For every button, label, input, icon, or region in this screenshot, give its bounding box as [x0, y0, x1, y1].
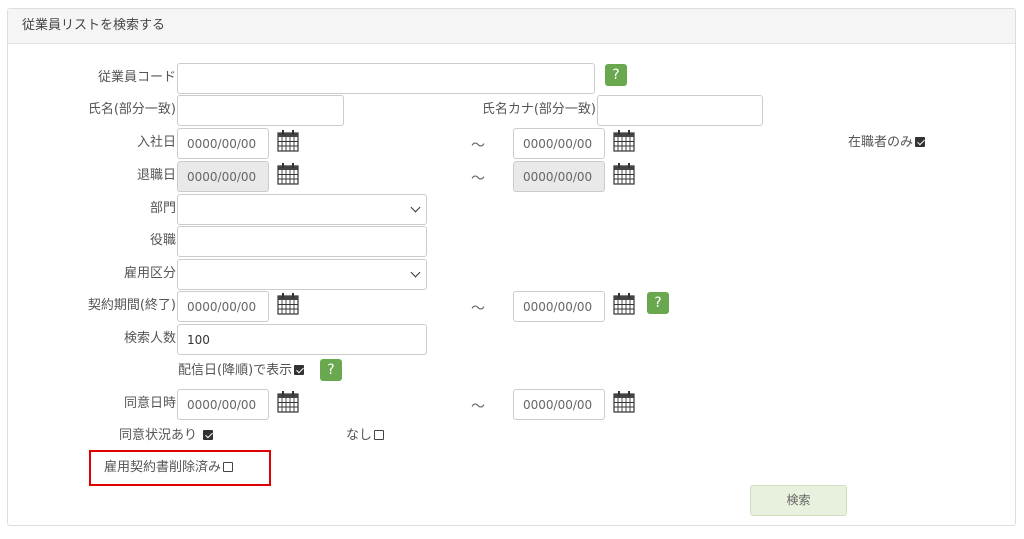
active-only-checkbox[interactable] — [915, 137, 926, 147]
consent-datetime-from-calendar-icon[interactable] — [276, 390, 300, 414]
sort-by-delivery-option: 配信日(降順)で表示 — [178, 361, 305, 381]
contract-end-from-calendar-icon[interactable] — [276, 292, 300, 316]
search-count-label: 検索人数 — [123, 331, 176, 346]
name-input[interactable] — [177, 95, 344, 126]
contract-deleted-checkbox[interactable] — [223, 462, 234, 472]
department-label: 部門 — [149, 201, 176, 216]
consent-datetime-label: 同意日時 — [123, 396, 176, 411]
consent-datetime-to-calendar-icon[interactable] — [612, 390, 636, 414]
consent-yes-label: あり — [171, 428, 198, 443]
retire-date-label: 退職日 — [136, 168, 176, 183]
contract-end-from-input[interactable] — [177, 291, 269, 322]
active-only-option: 在職者のみ — [848, 133, 926, 153]
active-only-label: 在職者のみ — [848, 135, 914, 150]
hire-date-to-input[interactable] — [513, 128, 605, 159]
chevron-down-icon — [410, 267, 421, 278]
retire-date-range-separator: ～ — [471, 171, 485, 187]
consent-status-label: 同意状況 — [119, 428, 172, 443]
name-kana-label: 氏名カナ(部分一致) — [481, 102, 596, 117]
retire-date-from-input[interactable] — [177, 161, 269, 192]
consent-datetime-range-separator: ～ — [471, 399, 485, 415]
hire-date-label: 入社日 — [136, 135, 176, 150]
sort-by-delivery-help-icon[interactable]: ? — [320, 359, 342, 381]
name-label: 氏名(部分一致) — [87, 102, 176, 117]
department-select[interactable] — [177, 194, 427, 225]
hire-date-to-calendar-icon[interactable] — [612, 129, 636, 153]
search-button[interactable]: 検索 — [750, 485, 847, 516]
retire-date-to-calendar-icon[interactable] — [612, 162, 636, 186]
contract-end-range-separator: ～ — [471, 301, 485, 317]
hire-date-from-input[interactable] — [177, 128, 269, 159]
consent-datetime-to-input[interactable] — [513, 389, 605, 420]
employment-type-label: 雇用区分 — [123, 266, 176, 281]
contract-end-label: 契約期間(終了) — [87, 298, 176, 313]
position-label: 役職 — [149, 233, 176, 248]
consent-yes-checkbox[interactable] — [203, 430, 214, 440]
employee-code-input[interactable] — [177, 63, 595, 94]
hire-date-range-separator: ～ — [471, 138, 485, 154]
consent-no-label: なし — [346, 428, 373, 443]
contract-end-to-input[interactable] — [513, 291, 605, 322]
chevron-down-icon — [410, 202, 421, 213]
hire-date-from-calendar-icon[interactable] — [276, 129, 300, 153]
name-kana-input[interactable] — [597, 95, 763, 126]
consent-status-row: 同意状況あり — [119, 426, 214, 446]
consent-no-checkbox[interactable] — [374, 430, 385, 440]
retire-date-from-calendar-icon[interactable] — [276, 162, 300, 186]
consent-no-option: なし — [346, 426, 385, 446]
contract-end-to-calendar-icon[interactable] — [612, 292, 636, 316]
search-count-input[interactable] — [177, 324, 427, 355]
employee-code-help-icon[interactable]: ? — [605, 64, 627, 86]
sort-by-delivery-label: 配信日(降順)で表示 — [178, 363, 293, 378]
consent-datetime-from-input[interactable] — [177, 389, 269, 420]
contract-deleted-label: 雇用契約書削除済み — [104, 460, 222, 475]
retire-date-to-input[interactable] — [513, 161, 605, 192]
panel-title: 従業員リストを検索する — [8, 9, 1015, 44]
position-input[interactable] — [177, 226, 427, 257]
contract-deleted-option: 雇用契約書削除済み — [104, 458, 234, 478]
contract-end-help-icon[interactable]: ? — [647, 292, 669, 314]
employment-type-select[interactable] — [177, 259, 427, 290]
employee-code-label: 従業員コード — [97, 70, 176, 85]
sort-by-delivery-checkbox[interactable] — [294, 365, 305, 375]
